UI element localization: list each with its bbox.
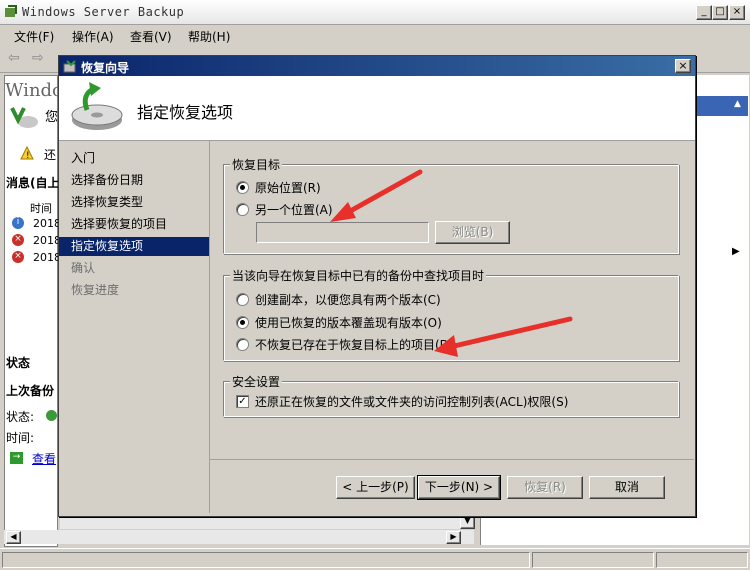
menu-help[interactable]: 帮助(H) xyxy=(188,28,230,45)
actions-header: ▲ xyxy=(692,96,748,116)
restore-acl-label: 还原正在恢复的文件或文件夹的访问控制列表(ACL)权限(S) xyxy=(255,395,569,409)
message-time: 2018 xyxy=(33,217,61,230)
time-label: 时间: xyxy=(6,431,35,445)
menu-action[interactable]: 操作(A) xyxy=(72,28,114,45)
scroll-right-button[interactable]: ▶ xyxy=(446,531,461,544)
cancel-button[interactable]: 取消 xyxy=(589,476,665,499)
create-copies-radio[interactable] xyxy=(236,293,249,306)
wizard-header: 指定恢复选项 xyxy=(59,76,695,141)
another-location-radio[interactable] xyxy=(236,203,249,216)
annotation-arrow xyxy=(434,316,573,357)
status-cell xyxy=(656,552,748,568)
back-button[interactable]: < 上一步(P) xyxy=(336,476,415,499)
restore-acl-checkbox[interactable]: ✓ xyxy=(236,395,249,408)
view-link[interactable]: 查看 xyxy=(32,450,56,467)
back-arrow-icon[interactable]: ⇦ xyxy=(8,50,20,66)
wizard-steps: 入门 选择备份日期 选择恢复类型 选择要恢复的项目 指定恢复选项 确认 恢复进度 xyxy=(59,141,210,513)
status-cell xyxy=(532,552,654,568)
background-text: 还 xyxy=(44,148,57,162)
step-select-items[interactable]: 选择要恢复的项目 xyxy=(71,215,209,234)
create-copies-label: 创建副本，以便您具有两个版本(C) xyxy=(255,293,441,307)
message-time: 2018 xyxy=(33,251,61,264)
menubar: 文件(F) 操作(A) 查看(V) 帮助(H) xyxy=(0,25,750,46)
maximize-button[interactable]: □ xyxy=(712,5,728,20)
original-location-radio[interactable] xyxy=(236,181,249,194)
svg-text:!: ! xyxy=(26,151,30,160)
browse-button[interactable]: 浏览(B) xyxy=(435,221,510,244)
recovery-wizard-dialog: 恢复向导 × 指定恢复选项 入门 选择备份日期 选择恢复类型 选择要恢复的项目 … xyxy=(58,55,696,517)
close-window-button[interactable]: × xyxy=(729,5,745,20)
step-getting-started[interactable]: 入门 xyxy=(71,149,209,168)
recovery-destination-legend: 恢复目标 xyxy=(230,156,283,173)
bottom-scrollbar-track[interactable] xyxy=(4,530,474,544)
background-title-fragment: Windo xyxy=(5,80,63,101)
recovery-wizard-icon xyxy=(63,60,76,73)
window-title: Windows Server Backup xyxy=(22,5,185,19)
background-text: 您 xyxy=(45,110,59,125)
menu-file[interactable]: 文件(F) xyxy=(14,28,54,45)
existing-items-legend: 当该向导在恢复目标中已有的备份中查找项目时 xyxy=(230,267,487,284)
header-title: 指定恢复选项 xyxy=(137,103,234,122)
overwrite-versions-label: 使用已恢复的版本覆盖现有版本(O) xyxy=(255,316,442,330)
expand-arrow-icon[interactable]: ▶ xyxy=(732,246,740,257)
server-backup-icon xyxy=(5,5,17,17)
success-icon xyxy=(46,410,57,421)
menu-view[interactable]: 查看(V) xyxy=(130,28,172,45)
scroll-down-button[interactable]: ▼ xyxy=(460,515,475,529)
step-confirmation: 确认 xyxy=(71,261,96,275)
recover-button[interactable]: 恢复(R) xyxy=(507,476,583,499)
status-label: 状态: xyxy=(6,410,35,424)
scroll-left-button[interactable]: ◀ xyxy=(6,531,21,544)
options-panel: 恢复目标 原始位置(R) 另一个位置(A) 浏览(B) 当该向导在恢复目标中已有… xyxy=(210,141,694,460)
last-backup-header: 上次备份 xyxy=(6,384,55,398)
messages-header: 消息(自上 xyxy=(6,176,60,190)
info-icon: i xyxy=(12,217,24,229)
step-specify-recovery-options[interactable]: 指定恢复选项 xyxy=(59,237,209,256)
dialog-titlebar: 恢复向导 × xyxy=(59,56,695,76)
message-time: 2018 xyxy=(33,234,61,247)
disk-restore-icon xyxy=(71,82,123,130)
horizontal-scrollbar-track[interactable] xyxy=(60,515,474,529)
statusbar xyxy=(0,548,750,570)
step-recovery-progress: 恢复进度 xyxy=(71,283,120,297)
security-settings-legend: 安全设置 xyxy=(230,373,283,390)
backup-icon xyxy=(10,107,38,128)
dialog-title: 恢复向导 xyxy=(81,61,130,75)
step-select-recovery-type[interactable]: 选择恢复类型 xyxy=(71,193,209,212)
minimize-button[interactable]: _ xyxy=(696,5,712,20)
close-dialog-button[interactable]: × xyxy=(675,59,691,73)
forward-arrow-icon[interactable]: ⇨ xyxy=(32,50,44,66)
collapse-icon[interactable]: ▲ xyxy=(734,99,741,109)
arrow-right-icon: → xyxy=(10,452,23,464)
original-location-label: 原始位置(R) xyxy=(255,181,321,195)
step-select-backup-date[interactable]: 选择备份日期 xyxy=(71,171,209,190)
window-titlebar: Windows Server Backup _ □ × xyxy=(0,0,750,25)
status-cell xyxy=(2,552,530,568)
overwrite-versions-radio[interactable] xyxy=(236,316,249,329)
column-time: 时间 xyxy=(30,202,52,215)
error-icon: × xyxy=(12,234,24,246)
error-icon: × xyxy=(12,251,24,263)
annotation-arrow xyxy=(330,169,423,222)
do-not-recover-radio[interactable] xyxy=(236,338,249,351)
next-button[interactable]: 下一步(N) > xyxy=(417,475,501,500)
status-header: 状态 xyxy=(6,356,31,370)
warning-icon: ! xyxy=(20,146,34,160)
